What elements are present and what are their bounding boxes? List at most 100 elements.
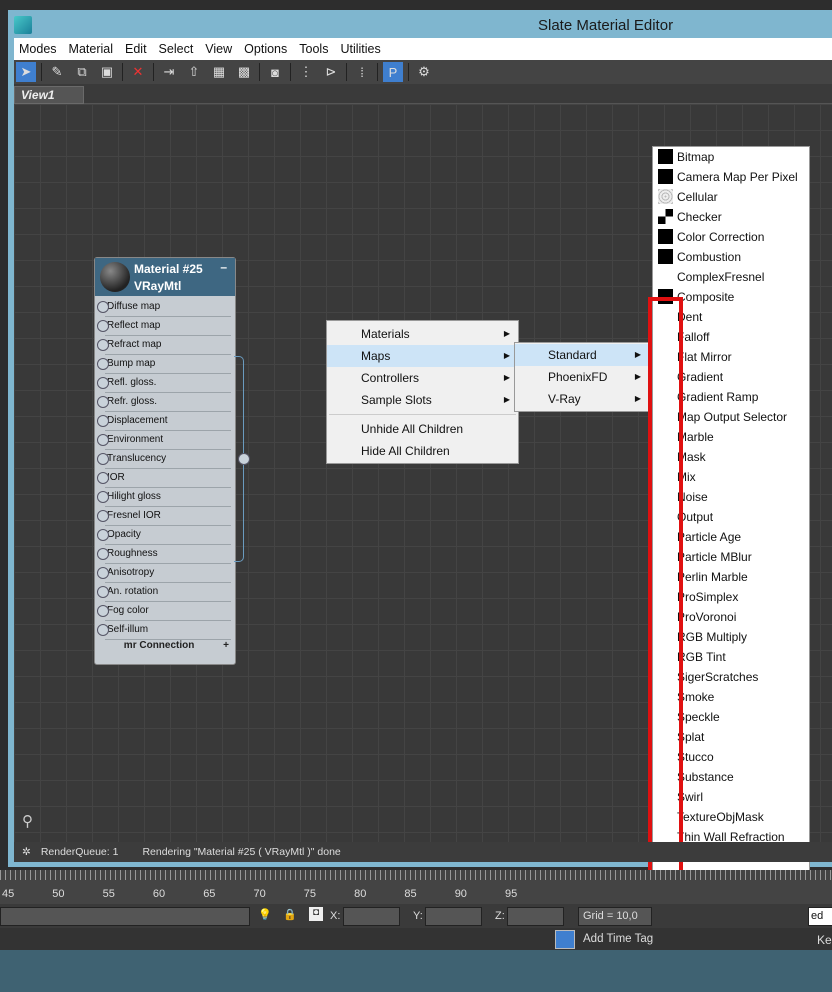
checker-background-icon[interactable]: ▩ <box>234 62 254 82</box>
slot-refl-gloss-[interactable]: Refl. gloss. <box>97 374 231 393</box>
show-map-icon[interactable]: ▦ <box>209 62 229 82</box>
slot-self-illum[interactable]: Self-illum <box>97 621 231 640</box>
submenu-item-phoenixfd[interactable]: PhoenixFD ▶ <box>515 366 649 388</box>
black-swatch-icon <box>658 249 673 264</box>
slot-displacement[interactable]: Displacement <box>97 412 231 431</box>
slot-reflect-map[interactable]: Reflect map <box>97 317 231 336</box>
render-queue-label: RenderQueue: 1 <box>40 846 119 858</box>
input-socket[interactable] <box>97 301 109 313</box>
slot-hilight-gloss[interactable]: Hilight gloss <box>97 488 231 507</box>
map-label: RGB Tint <box>677 650 726 664</box>
slot-refract-map[interactable]: Refract map <box>97 336 231 355</box>
layout-children-icon[interactable]: ⊳ <box>321 62 341 82</box>
key-filters-button[interactable]: Ke <box>817 933 832 947</box>
slot-ior[interactable]: IOR <box>97 469 231 488</box>
slot-refr-gloss-[interactable]: Refr. gloss. <box>97 393 231 412</box>
time-tag-icon[interactable] <box>555 930 575 949</box>
material-node[interactable]: Material #25 VRayMtl – Diffuse map Reflec… <box>94 257 236 665</box>
menu-options[interactable]: Options <box>244 42 287 56</box>
map-item[interactable]: Checker <box>653 207 809 227</box>
slot-an-rotation[interactable]: An. rotation <box>97 583 231 602</box>
move-children-icon[interactable]: ⇥ <box>159 62 179 82</box>
input-socket[interactable] <box>97 358 109 370</box>
input-socket[interactable] <box>97 567 109 579</box>
slot-label: IOR <box>107 472 125 483</box>
preview-icon[interactable]: ◙ <box>265 62 285 82</box>
slot-label: Bump map <box>107 358 156 369</box>
menu-select[interactable]: Select <box>159 42 194 56</box>
y-field[interactable] <box>425 907 482 926</box>
map-item[interactable]: Combustion <box>653 247 809 267</box>
slot-opacity[interactable]: Opacity <box>97 526 231 545</box>
input-socket[interactable] <box>97 434 109 446</box>
delete-icon[interactable]: ✕ <box>128 62 148 82</box>
map-item[interactable]: Color Correction <box>653 227 809 247</box>
submenu-item-v-ray[interactable]: V-Ray ▶ <box>515 388 649 410</box>
input-socket[interactable] <box>97 415 109 427</box>
assign-material-icon[interactable]: ⧉ <box>72 62 92 82</box>
isolate-icon[interactable]: 💡 <box>258 908 272 921</box>
menu-utilities[interactable]: Utilities <box>340 42 380 56</box>
menu-tools[interactable]: Tools <box>299 42 328 56</box>
map-item[interactable]: ComplexFresnel <box>653 267 809 287</box>
checker-swatch-icon <box>658 209 673 224</box>
input-socket[interactable] <box>97 548 109 560</box>
input-socket[interactable] <box>97 472 109 484</box>
map-label: RGB Multiply <box>677 630 748 644</box>
menu-view[interactable]: View <box>205 42 232 56</box>
menu-item-hide-all-children[interactable]: Hide All Children <box>327 440 518 462</box>
input-socket[interactable] <box>97 320 109 332</box>
expand-icon[interactable]: + <box>223 640 229 651</box>
menu-edit[interactable]: Edit <box>125 42 147 56</box>
input-socket[interactable] <box>97 339 109 351</box>
hide-unused-icon[interactable]: ⇧ <box>184 62 204 82</box>
slot-roughness[interactable]: Roughness <box>97 545 231 564</box>
slot-bump-map[interactable]: Bump map <box>97 355 231 374</box>
select-arrow-icon[interactable]: ➤ <box>16 62 36 82</box>
menu-item-unhide-all-children[interactable]: Unhide All Children <box>327 418 518 440</box>
input-socket[interactable] <box>97 529 109 541</box>
parameter-editor-icon[interactable]: P <box>383 62 403 82</box>
menu-material[interactable]: Material <box>69 42 113 56</box>
slot-environment[interactable]: Environment <box>97 431 231 450</box>
input-socket[interactable] <box>97 605 109 617</box>
slot-translucency[interactable]: Translucency <box>97 450 231 469</box>
input-socket[interactable] <box>97 453 109 465</box>
slot-diffuse-map[interactable]: Diffuse map <box>97 298 231 317</box>
z-field[interactable] <box>507 907 564 926</box>
slot-anisotropy[interactable]: Anisotropy <box>97 564 231 583</box>
input-socket[interactable] <box>97 586 109 598</box>
menu-item-materials[interactable]: Materials ▶ <box>327 323 518 345</box>
x-field[interactable] <box>343 907 400 926</box>
menu-item-controllers[interactable]: Controllers ▶ <box>327 367 518 389</box>
binoculars-icon[interactable]: ⚲ <box>22 812 33 830</box>
map-item[interactable]: Camera Map Per Pixel <box>653 167 809 187</box>
add-time-tag-button[interactable]: Add Time Tag <box>583 933 653 945</box>
menu-modes[interactable]: Modes <box>19 42 57 56</box>
tab-view1[interactable]: View1 <box>14 86 84 104</box>
node-header[interactable]: Material #25 VRayMtl – <box>95 258 235 296</box>
pick-material-icon[interactable]: ✎ <box>47 62 67 82</box>
input-socket[interactable] <box>97 624 109 636</box>
layout-icon[interactable]: ⋮ <box>296 62 316 82</box>
menu-item-maps[interactable]: Maps ▶ <box>327 345 518 367</box>
output-socket[interactable] <box>238 453 250 465</box>
submenu-item-standard[interactable]: Standard ▶ <box>515 344 649 366</box>
collapse-icon[interactable]: – <box>220 260 227 274</box>
select-by-material-icon[interactable]: ⁞ <box>352 62 372 82</box>
input-socket[interactable] <box>97 377 109 389</box>
map-item[interactable]: Bitmap <box>653 147 809 167</box>
input-socket[interactable] <box>97 396 109 408</box>
put-to-scene-icon[interactable]: ▣ <box>97 62 117 82</box>
slot-fog-color[interactable]: Fog color <box>97 602 231 621</box>
lock-icon[interactable]: 🔒 <box>283 908 297 921</box>
render-icon[interactable]: ⚙ <box>414 62 434 82</box>
absolute-mode-icon[interactable]: ◘ <box>309 907 323 921</box>
input-socket[interactable] <box>97 510 109 522</box>
input-socket[interactable] <box>97 491 109 503</box>
menu-item-sample-slots[interactable]: Sample Slots ▶ <box>327 389 518 411</box>
slot-fresnel-ior[interactable]: Fresnel IOR <box>97 507 231 526</box>
map-item[interactable]: Cellular <box>653 187 809 207</box>
selection-dropdown[interactable]: ed <box>808 907 832 926</box>
timeline-ruler[interactable]: 45 50 55 60 65 70 75 80 85 90 95 <box>0 870 832 904</box>
